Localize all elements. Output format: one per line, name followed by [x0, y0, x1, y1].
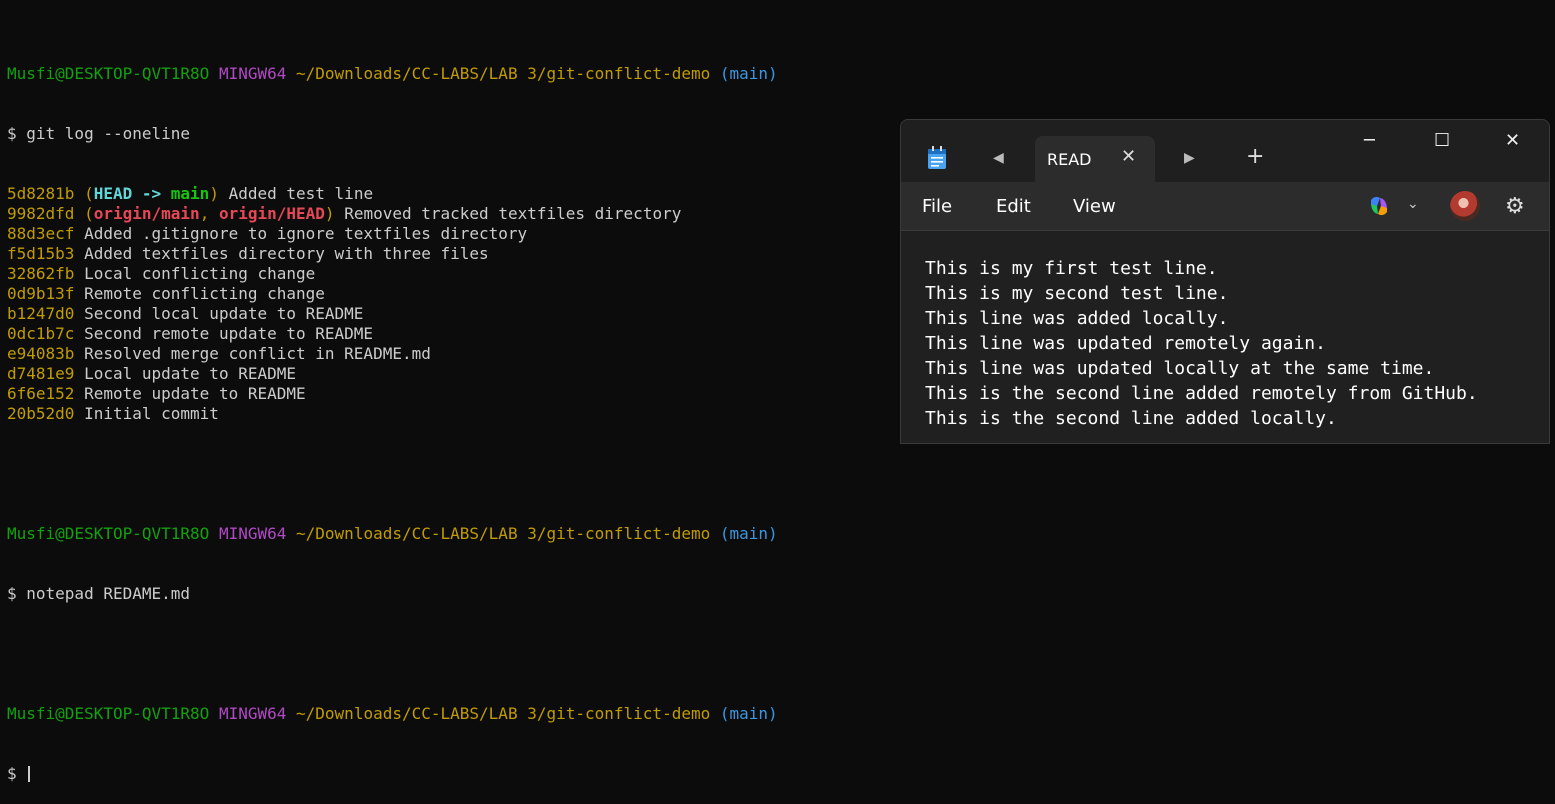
- text-line: This is my second test line.: [925, 283, 1229, 304]
- git-log-entry: b1247d0 Second local update to README: [7, 304, 778, 324]
- commit-message: Local update to README: [84, 364, 296, 383]
- prompt-symbol: $: [7, 764, 27, 783]
- commit-hash: 20b52d0: [7, 404, 75, 423]
- input-line[interactable]: $: [7, 764, 778, 784]
- commit-message: Second local update to README: [84, 304, 364, 323]
- prompt-line: Musfi@DESKTOP-QVT1R8O MINGW64 ~/Download…: [7, 524, 778, 544]
- scroll-tabs-right-icon[interactable]: ▶: [1184, 150, 1195, 166]
- terminal[interactable]: Musfi@DESKTOP-QVT1R8O MINGW64 ~/Download…: [7, 24, 778, 804]
- commit-message: Local conflicting change: [84, 264, 316, 283]
- commit-message: Second remote update to README: [84, 324, 374, 343]
- new-tab-button[interactable]: +: [1246, 144, 1264, 169]
- git-log-entry: 88d3ecf Added .gitignore to ignore textf…: [7, 224, 778, 244]
- commit-message: Removed tracked textfiles directory: [334, 204, 682, 223]
- prompt-path: ~/Downloads/CC-LABS/LAB 3/git-conflict-d…: [296, 524, 711, 543]
- commit-message: Resolved merge conflict in README.md: [84, 344, 431, 363]
- git-log-entry: 5d8281b (HEAD -> main) Added test line: [7, 184, 374, 203]
- ref-label: origin/main: [93, 204, 200, 223]
- text-line: This is my first test line.: [925, 258, 1218, 279]
- commit-hash: 5d8281b: [7, 184, 75, 203]
- prompt-path: ~/Downloads/CC-LABS/LAB 3/git-conflict-d…: [296, 704, 711, 723]
- prompt-env: MINGW64: [218, 704, 287, 723]
- commit-message: Added textfiles directory with three fil…: [84, 244, 489, 263]
- menu-edit[interactable]: Edit: [996, 196, 1031, 217]
- notepad-app-icon: [928, 146, 946, 169]
- text-line: This is the second line added locally.: [925, 408, 1337, 429]
- commit-hash: 6f6e152: [7, 384, 75, 403]
- commit-hash: b1247d0: [7, 304, 75, 323]
- notepad-window[interactable]: ◀ READ ✕ ▶ + ─ ☐ ✕ File Edit View ⌄ ⚙ Th…: [900, 119, 1550, 444]
- close-button[interactable]: ✕: [1505, 130, 1520, 151]
- gear-icon[interactable]: ⚙: [1505, 194, 1525, 219]
- copilot-icon[interactable]: [1367, 194, 1391, 218]
- git-log-entry: f5d15b3 Added textfiles directory with t…: [7, 244, 778, 264]
- command-line: $ git log --oneline: [7, 124, 191, 143]
- text-line: This line was updated remotely again.: [925, 333, 1326, 354]
- avatar[interactable]: [1450, 191, 1480, 221]
- git-log-entry: e94083b Resolved merge conflict in READM…: [7, 344, 778, 364]
- prompt-branch: (main): [719, 64, 778, 83]
- commit-hash: 9982dfd: [7, 204, 75, 223]
- tab-read[interactable]: READ ✕: [1035, 136, 1155, 182]
- commit-message: Remote conflicting change: [84, 284, 325, 303]
- prompt-user: Musfi@DESKTOP-QVT1R8O: [7, 524, 210, 543]
- prompt-user: Musfi@DESKTOP-QVT1R8O: [7, 704, 210, 723]
- prompt-env: MINGW64: [218, 64, 287, 83]
- commit-hash: f5d15b3: [7, 244, 75, 263]
- commit-message: Added test line: [218, 184, 374, 203]
- git-log-entry: 6f6e152 Remote update to README: [7, 384, 778, 404]
- tab-bar: ◀ READ ✕ ▶ + ─ ☐ ✕: [901, 120, 1549, 182]
- tab-title: READ: [1047, 150, 1092, 169]
- minimize-button[interactable]: ─: [1364, 130, 1375, 151]
- ref-label: main: [170, 184, 210, 203]
- prompt-line: Musfi@DESKTOP-QVT1R8O MINGW64 ~/Download…: [7, 64, 778, 84]
- text-line: This line was added locally.: [925, 308, 1229, 329]
- command-line: $ notepad REDAME.md: [7, 584, 191, 603]
- git-log-entry: 0d9b13f Remote conflicting change: [7, 284, 778, 304]
- text-line: This line was updated locally at the sam…: [925, 358, 1435, 379]
- git-log-entry: 9982dfd (origin/main, origin/HEAD) Remov…: [7, 204, 682, 223]
- ref-label: HEAD ->: [93, 184, 171, 203]
- prompt-user: Musfi@DESKTOP-QVT1R8O: [7, 64, 210, 83]
- menu-view[interactable]: View: [1073, 196, 1116, 217]
- commit-hash: d7481e9: [7, 364, 75, 383]
- ref-label: ,: [199, 204, 219, 223]
- commit-hash: 32862fb: [7, 264, 75, 283]
- text-line: This is the second line added remotely f…: [925, 383, 1478, 404]
- commit-hash: 88d3ecf: [7, 224, 75, 243]
- git-log-entry: 20b52d0 Initial commit: [7, 404, 778, 424]
- prompt-branch: (main): [719, 704, 778, 723]
- commit-message: Initial commit: [84, 404, 219, 423]
- maximize-button[interactable]: ☐: [1434, 130, 1450, 151]
- git-log-entry: d7481e9 Local update to README: [7, 364, 778, 384]
- editor-text-area[interactable]: This is my first test line. This is my se…: [925, 256, 1478, 431]
- menu-file[interactable]: File: [922, 196, 952, 217]
- git-log-output: 5d8281b (HEAD -> main) Added test line 99…: [7, 184, 778, 424]
- git-log-entry: 0dc1b7c Second remote update to README: [7, 324, 778, 344]
- commit-hash: 0dc1b7c: [7, 324, 75, 343]
- text-cursor: [28, 766, 31, 782]
- commit-hash: 0d9b13f: [7, 284, 75, 303]
- scroll-tabs-left-icon[interactable]: ◀: [993, 150, 1004, 166]
- tab-close-icon[interactable]: ✕: [1121, 146, 1136, 167]
- prompt-env: MINGW64: [218, 524, 287, 543]
- prompt-line: Musfi@DESKTOP-QVT1R8O MINGW64 ~/Download…: [7, 704, 778, 724]
- chevron-down-icon[interactable]: ⌄: [1407, 196, 1419, 212]
- ref-label: origin/HEAD: [218, 204, 325, 223]
- commit-hash: e94083b: [7, 344, 75, 363]
- commit-message: Remote update to README: [84, 384, 306, 403]
- commit-message: Added .gitignore to ignore textfiles dir…: [84, 224, 528, 243]
- git-log-entry: 32862fb Local conflicting change: [7, 264, 778, 284]
- prompt-branch: (main): [719, 524, 778, 543]
- prompt-path: ~/Downloads/CC-LABS/LAB 3/git-conflict-d…: [296, 64, 711, 83]
